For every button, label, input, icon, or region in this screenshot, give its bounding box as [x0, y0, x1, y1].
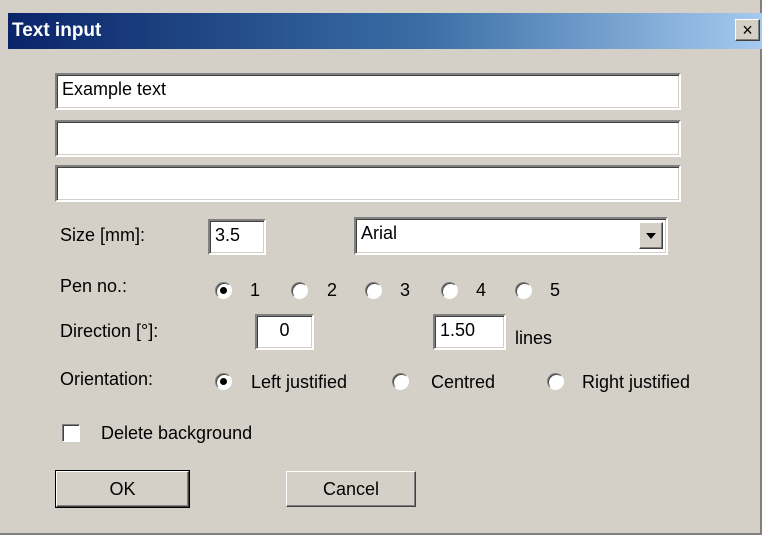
pen-radio-1[interactable] — [215, 282, 232, 299]
pen-option-4: 4 — [476, 280, 487, 300]
dialog-title: Text input — [12, 20, 102, 41]
delete-background-label[interactable]: Delete background — [101, 423, 252, 444]
pen-radio-5[interactable] — [515, 282, 532, 299]
orientation-label: Orientation: — [60, 369, 154, 389]
orientation-option-centred: Centred — [431, 372, 496, 392]
size-label: Size [mm]: — [60, 225, 146, 245]
orientation-option-right: Right justified — [582, 372, 691, 392]
pen-label: Pen no.: — [60, 276, 128, 296]
close-icon: × — [742, 20, 753, 40]
text-line-1-input[interactable]: Example text — [55, 73, 681, 110]
pen-option-5: 5 — [550, 280, 561, 300]
line-spacing-input[interactable]: 1.50 — [433, 314, 506, 350]
direction-input[interactable]: 0 — [255, 314, 314, 350]
chevron-down-icon[interactable] — [639, 222, 663, 249]
cancel-button[interactable]: Cancel — [286, 471, 416, 507]
title-bar[interactable]: Text input × — [8, 13, 762, 49]
pen-option-2: 2 — [327, 280, 338, 300]
font-select-value: Arial — [361, 223, 398, 243]
pen-radio-2[interactable] — [291, 282, 308, 299]
close-button[interactable]: × — [735, 19, 760, 41]
font-select[interactable]: Arial — [354, 217, 668, 255]
lines-unit-label: lines — [515, 328, 553, 348]
ok-button[interactable]: OK — [55, 470, 190, 508]
size-input[interactable]: 3.5 — [208, 219, 266, 255]
text-line-2-input[interactable] — [55, 120, 681, 157]
orientation-radio-left[interactable] — [215, 373, 232, 390]
pen-radio-3[interactable] — [365, 282, 382, 299]
text-line-3-input[interactable] — [55, 165, 681, 202]
delete-background-checkbox[interactable] — [62, 424, 80, 442]
pen-radio-4[interactable] — [441, 282, 458, 299]
orientation-option-left: Left justified — [251, 372, 348, 392]
direction-label: Direction [°]: — [60, 321, 159, 341]
pen-option-1: 1 — [250, 280, 261, 300]
pen-option-3: 3 — [400, 280, 411, 300]
orientation-radio-right[interactable] — [547, 373, 564, 390]
orientation-radio-centred[interactable] — [392, 373, 409, 390]
text-input-dialog: Text input × Example text Size [mm]: 3.5… — [0, 0, 762, 535]
